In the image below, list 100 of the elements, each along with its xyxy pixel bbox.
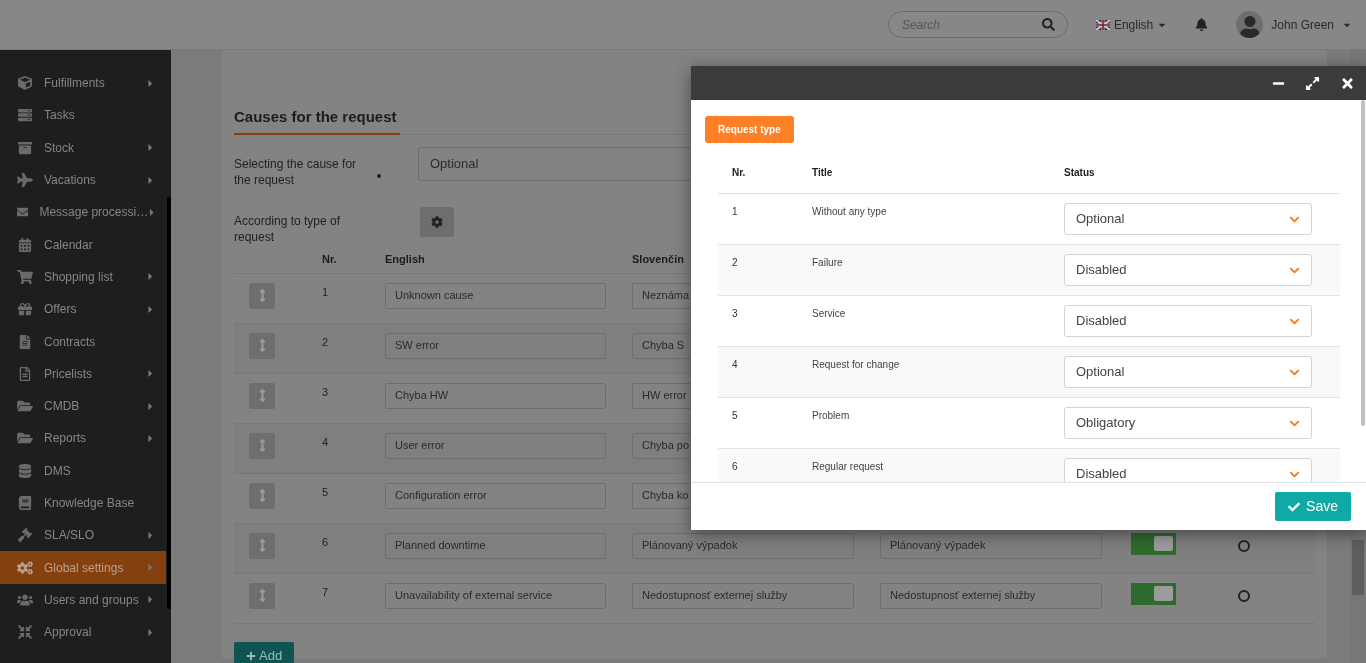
status-select[interactable]: Disabled [1064,458,1312,482]
toggle-switch[interactable] [1131,532,1176,555]
column-header: Slovenčin [632,252,684,268]
sidebar-item[interactable]: Contracts [0,325,166,358]
section-title: Causes for the request [234,106,400,135]
row-number: 5 [731,409,739,423]
drag-handle[interactable] [249,482,275,509]
text-input[interactable]: Unavailability of external service [385,582,606,609]
type-title: Regular request [812,460,885,474]
sidebar-item[interactable]: Reports [0,422,166,455]
row-number: 1 [322,284,330,300]
text-input[interactable]: Chyba HW [385,382,606,409]
sidebar-item[interactable]: Message processi… [0,196,166,229]
drag-handle[interactable] [249,382,275,409]
row-number: 2 [731,256,739,270]
compress-arrows-icon [17,625,33,640]
settings-button[interactable] [420,206,454,237]
row-number: 2 [322,334,330,350]
column-header: Nr. [322,252,338,268]
user-menu[interactable]: John Green [1236,11,1352,38]
row-number: 4 [322,434,330,450]
search-icon [1041,18,1055,31]
document-icon [17,366,33,381]
sidebar-item[interactable]: Vacations [0,163,166,197]
text-input[interactable]: Plánovaný výpadok [632,532,854,559]
row-number: 6 [322,534,330,550]
plane-icon [17,173,33,188]
close-icon[interactable] [1340,75,1355,91]
status-select[interactable]: Disabled [1064,305,1312,337]
save-button[interactable]: Save [1275,492,1351,521]
row-number: 7 [322,584,330,600]
sidebar-item[interactable]: Fulfillments [0,67,166,100]
sidebar-item[interactable]: CMDB [0,389,166,423]
field-label: According to type of request [234,212,342,245]
type-title: Problem [812,409,851,423]
cart-icon [17,269,33,284]
sidebar-item[interactable]: SLA/SLO [0,519,166,552]
calendar-icon [17,237,33,252]
sidebar-item[interactable]: Knowledge Base [0,486,166,520]
row-number: 5 [322,484,330,500]
language-selector[interactable]: English [1095,15,1168,34]
sidebar-item[interactable]: DMS [0,454,166,487]
server-icon [17,108,33,123]
gears-icon [17,560,33,575]
add-button[interactable]: Add [234,641,295,663]
sidebar-item[interactable]: Shopping list [0,260,166,294]
sidebar-item[interactable]: Pricelists [0,357,166,390]
drag-handle[interactable] [249,532,275,559]
tab-button[interactable]: Request type [705,116,794,143]
text-input[interactable]: Configuration error [385,482,606,509]
radio-button[interactable] [1238,539,1250,552]
status-select[interactable]: Optional [1064,356,1312,388]
users-icon [17,592,33,607]
sidebar-item[interactable]: Tasks [0,99,166,132]
status-select[interactable]: Optional [1064,203,1312,235]
type-title: Service [812,307,847,321]
sidebar-item[interactable]: Calendar [0,228,166,261]
text-input[interactable]: Planned downtime [385,532,606,559]
drag-handle[interactable] [249,582,275,609]
check-icon [1288,500,1301,513]
column-header: English [385,252,426,268]
text-input[interactable]: User error [385,432,606,459]
expand-icon[interactable] [1305,75,1320,91]
column-header: Status [1064,165,1095,180]
status-select[interactable]: Disabled [1064,254,1312,286]
bell-icon[interactable] [1195,18,1209,31]
drag-handle[interactable] [249,332,275,359]
row-number: 3 [322,384,330,400]
text-input[interactable]: Nedostupnosť externej služby [632,582,854,609]
database-icon [17,463,33,478]
drag-handle[interactable] [249,282,275,309]
toggle-switch[interactable] [1131,582,1176,605]
sidebar-item[interactable]: Users and groups [0,583,166,617]
folder-icon [17,431,33,446]
document-icon [17,334,33,349]
text-input[interactable]: Plánovaný výpadek [880,532,1102,559]
column-header: Nr. [731,165,747,180]
gift-icon [17,302,33,317]
text-input[interactable]: Nedostupnosť externej služby [880,582,1102,609]
folder-icon [17,399,33,414]
flag-icon [1095,19,1110,30]
row-number: 4 [731,358,739,372]
caret-icon [148,206,156,218]
text-input[interactable]: Unknown cause [385,282,606,309]
sidebar-item[interactable]: Offers [0,293,166,326]
radio-button[interactable] [1238,589,1250,602]
row-number: 1 [731,205,739,219]
type-title: Without any type [812,205,888,219]
drag-handle[interactable] [249,432,275,459]
sidebar-item[interactable]: Global settings [0,551,166,584]
avatar-icon [1236,11,1264,38]
status-select[interactable]: Obligatory [1064,407,1312,439]
type-title: Failure [812,256,844,270]
sidebar-item[interactable]: Approval [0,616,166,649]
sidebar-item[interactable]: Stock [0,131,166,164]
text-input[interactable]: SW error [385,332,606,359]
gavel-icon [17,528,33,543]
plus-icon [246,650,256,661]
book-icon [17,496,33,510]
settings-icon [431,215,443,228]
